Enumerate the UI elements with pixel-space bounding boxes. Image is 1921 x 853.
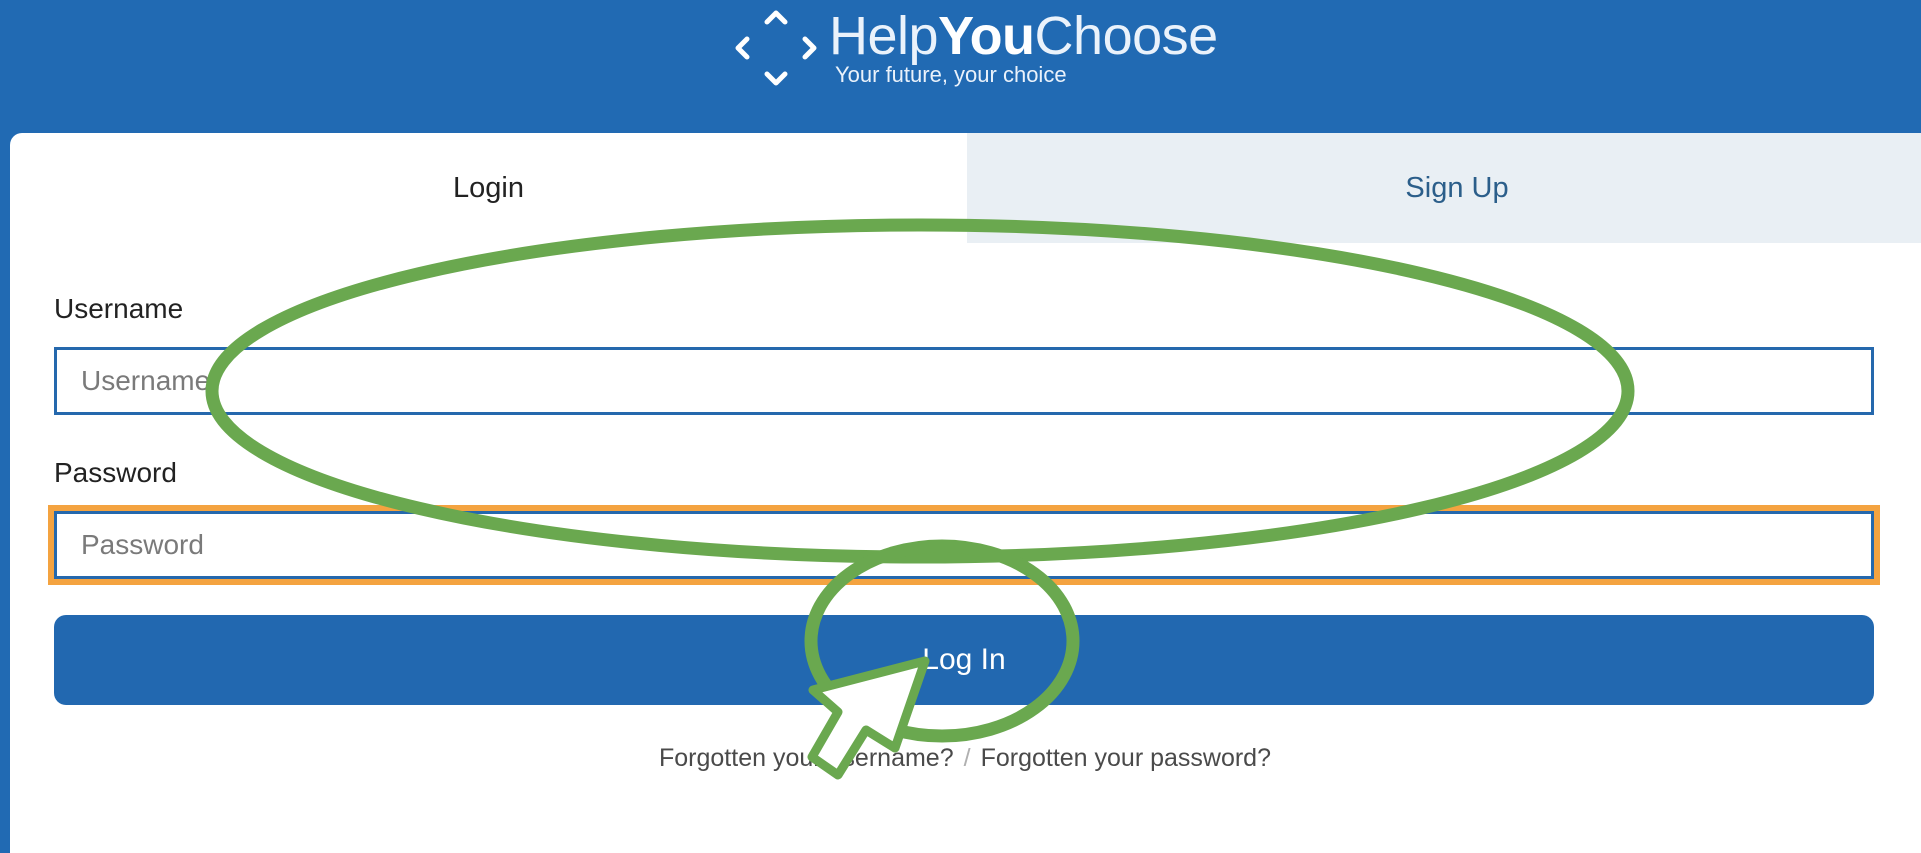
forgot-password-link[interactable]: Forgotten your password? (981, 744, 1271, 772)
password-label: Password (54, 457, 177, 488)
header: HelpYouChoose Your future, your choice (0, 0, 1921, 133)
username-input[interactable] (54, 347, 1874, 415)
tab-login-label: Login (453, 171, 524, 204)
password-input[interactable] (54, 511, 1874, 579)
log-in-button[interactable]: Log In (54, 615, 1874, 705)
brand-logo[interactable]: HelpYouChoose Your future, your choice (733, 6, 1218, 90)
tab-signup-label: Sign Up (1405, 171, 1509, 204)
diamond-arrows-icon (735, 10, 817, 86)
username-label: Username (54, 293, 184, 324)
forgotten-links: Forgotten your username? / Forgotten your … (10, 744, 1920, 773)
tab-login[interactable]: Login (10, 133, 967, 243)
login-card: Login Sign Up Username Password Log In F… (10, 133, 1921, 853)
brand-tagline: Your future, your choice (835, 62, 1067, 87)
link-separator: / (963, 744, 971, 772)
brand-name: HelpYouChoose (829, 6, 1218, 66)
tab-signup[interactable]: Sign Up (967, 133, 1921, 243)
forgot-username-link[interactable]: Forgotten your username? (659, 744, 954, 772)
